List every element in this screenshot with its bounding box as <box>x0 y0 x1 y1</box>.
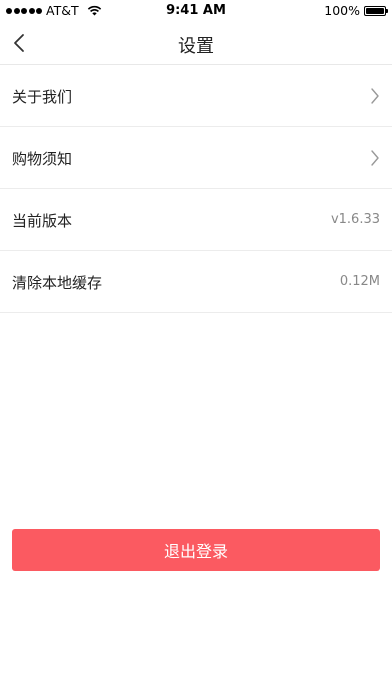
settings-item-label: 关于我们 <box>12 88 73 106</box>
settings-item-clear-cache[interactable]: 清除本地缓存 0.12M <box>0 251 392 313</box>
settings-list: 关于我们 购物须知 当前版本 v1.6.33 清除本地缓存 0.12M <box>0 65 392 313</box>
settings-item-label: 当前版本 <box>12 212 73 230</box>
battery-percent: 100% <box>324 3 360 18</box>
nav-bar: 设置 <box>0 22 392 65</box>
chevron-right-icon <box>371 88 379 104</box>
logout-button[interactable]: 退出登录 <box>12 529 380 571</box>
battery-icon <box>364 5 388 16</box>
version-value: v1.6.33 <box>330 212 380 227</box>
settings-item-current-version: 当前版本 v1.6.33 <box>0 189 392 251</box>
settings-item-label: 购物须知 <box>12 150 73 168</box>
page-title: 设置 <box>178 36 214 57</box>
settings-item-label: 清除本地缓存 <box>12 274 103 292</box>
settings-item-about-us[interactable]: 关于我们 <box>0 65 392 127</box>
status-bar: AT&T 9:41 AM 100% <box>0 0 392 22</box>
chevron-right-icon <box>371 150 379 166</box>
cache-size-value: 0.12M <box>339 274 380 289</box>
status-right: 100% <box>324 3 388 18</box>
settings-item-shopping-notice[interactable]: 购物须知 <box>0 127 392 189</box>
